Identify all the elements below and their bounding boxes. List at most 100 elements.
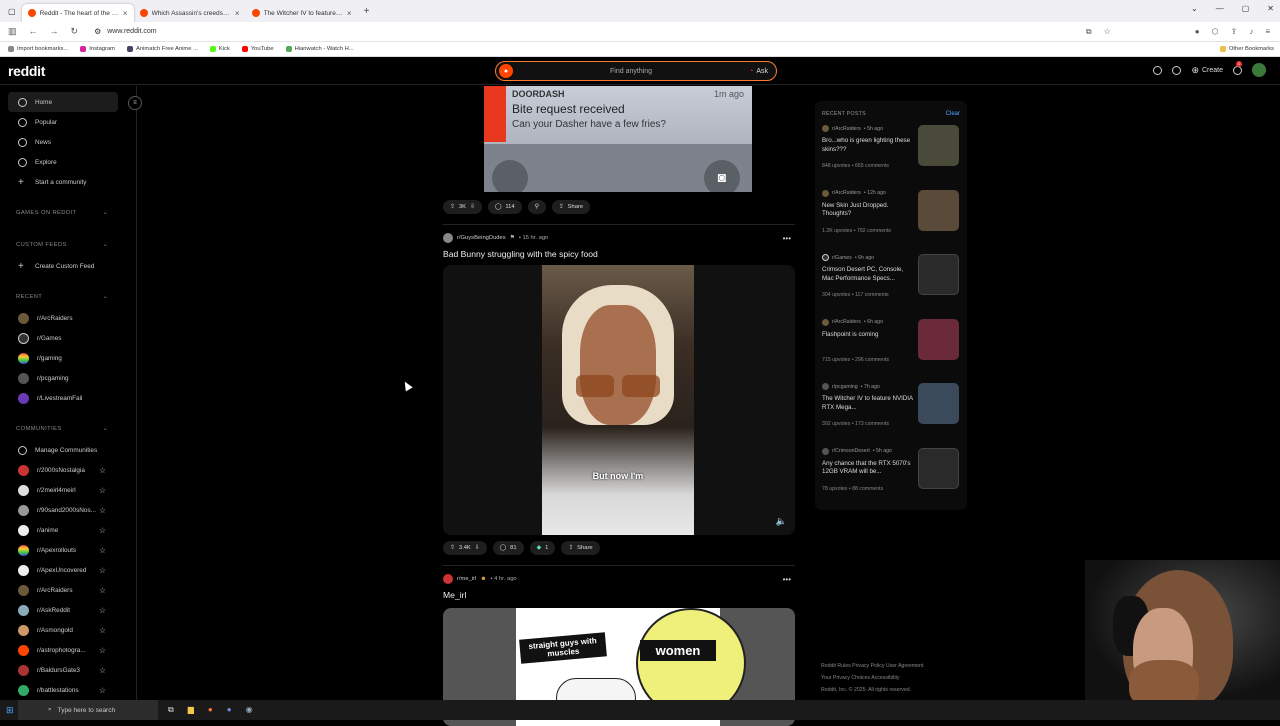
- sidebar-community-item[interactable]: r/2meirl4meirl ☆: [0, 480, 136, 500]
- bookmark-star-icon[interactable]: ☆: [1104, 27, 1111, 37]
- share-button[interactable]: ⇪ Share: [561, 541, 600, 555]
- minimize-icon[interactable]: —: [1216, 4, 1224, 13]
- star-icon[interactable]: ☆: [99, 546, 106, 555]
- sidebar-item-home[interactable]: Home: [8, 92, 118, 112]
- bookmark-item[interactable]: Hianwatch - Watch H...: [285, 46, 354, 52]
- search-input[interactable]: Find anything: [513, 68, 749, 75]
- sidebar-community-item[interactable]: r/ArcRaiders ☆: [0, 580, 136, 600]
- vote-control[interactable]: ⇧ 3K ⇩: [443, 200, 482, 214]
- browser-tab[interactable]: The Witcher IV to feature NVIDIA ×: [246, 4, 358, 22]
- sidebar-toggle-icon[interactable]: ▢: [8, 7, 16, 16]
- recent-post-item[interactable]: r/Games • 6h ago Crimson Desert PC, Conso…: [815, 250, 967, 315]
- sidebar-community-item[interactable]: r/Apexrollouts ☆: [0, 540, 136, 560]
- site-info-icon[interactable]: ⚙: [94, 27, 101, 36]
- close-tab-icon[interactable]: ×: [123, 9, 128, 18]
- collapse-sidebar-button[interactable]: ≡: [128, 96, 142, 110]
- other-bookmarks[interactable]: Other Bookmarks: [1219, 46, 1274, 52]
- star-icon[interactable]: ☆: [99, 506, 106, 515]
- post-title[interactable]: Me_irl: [443, 590, 795, 600]
- star-icon[interactable]: ☆: [99, 566, 106, 575]
- new-tab-icon[interactable]: +: [364, 6, 370, 17]
- forward-icon[interactable]: →: [50, 26, 59, 37]
- discord-icon[interactable]: ●: [227, 705, 232, 715]
- recent-post-item[interactable]: r/pcgaming • 7h ago The Witcher IV to fea…: [815, 379, 967, 444]
- games-section-header[interactable]: GAMES ON REDDIT ⌄: [0, 192, 136, 224]
- browser-tab[interactable]: Which Assassin's creeds are wort ×: [134, 4, 246, 22]
- taskbar-search[interactable]: ⌕ Type here to search: [18, 700, 158, 720]
- ask-button[interactable]: ◔ Ask: [749, 68, 768, 75]
- upvote-icon[interactable]: ⇧: [450, 545, 455, 551]
- share-button[interactable]: ⇪ Share: [551, 200, 591, 214]
- bookmark-item[interactable]: Animatch Free Anime ...: [127, 46, 198, 52]
- comments-button[interactable]: ◯ 114: [487, 200, 522, 214]
- sidebar-community-item[interactable]: r/astrophotogra... ☆: [0, 640, 136, 660]
- advertise-icon[interactable]: [1153, 65, 1163, 75]
- sidebar-community-item[interactable]: r/ApexUncovered ☆: [0, 560, 136, 580]
- sidebar-community-item[interactable]: r/2000sNostalgia ☆: [0, 460, 136, 480]
- award-button[interactable]: ⚲: [527, 200, 546, 214]
- sidebar-item-explore[interactable]: Explore: [0, 152, 136, 172]
- volume-icon[interactable]: 🔈: [776, 516, 787, 527]
- sidebar-recent-item[interactable]: r/ArcRaiders: [0, 308, 136, 328]
- extensions-icon[interactable]: ⬡: [1212, 27, 1219, 37]
- sidebar-recent-item[interactable]: r/Games: [0, 328, 136, 348]
- subreddit-link[interactable]: r/GuysBeingDudes: [457, 235, 506, 241]
- chat-icon[interactable]: [1172, 65, 1182, 75]
- manage-communities-button[interactable]: Manage Communities: [0, 440, 136, 460]
- audio-icon[interactable]: ♪: [1249, 27, 1253, 37]
- recent-post-item[interactable]: r/ArcRaiders • 6h ago Flashpoint is comin…: [815, 315, 967, 380]
- recent-post-item[interactable]: r/ArcRaiders • 12h ago New Skin Just Drop…: [815, 186, 967, 251]
- star-icon[interactable]: ☆: [99, 486, 106, 495]
- star-icon[interactable]: ☆: [99, 526, 106, 535]
- sidebar-item-news[interactable]: News: [0, 132, 136, 152]
- close-tab-icon[interactable]: ×: [347, 9, 352, 18]
- sidebar-community-item[interactable]: r/battlestations ☆: [0, 680, 136, 700]
- sidebar-item-popular[interactable]: Popular: [0, 112, 136, 132]
- sidebar-community-item[interactable]: r/90sand2000sNos... ☆: [0, 500, 136, 520]
- star-icon[interactable]: ☆: [99, 466, 106, 475]
- sidebar-recent-item[interactable]: r/LivestreamFail: [0, 388, 136, 408]
- sidebar-community-item[interactable]: r/AskReddit ☆: [0, 600, 136, 620]
- bookmark-item[interactable]: YouTube: [241, 46, 274, 52]
- steam-icon[interactable]: ◉: [246, 705, 253, 715]
- url-field[interactable]: ⚙ www.reddit.com: [94, 27, 157, 36]
- create-custom-feed-button[interactable]: + Create Custom Feed: [0, 256, 136, 276]
- translate-icon[interactable]: ⧉: [1086, 27, 1092, 37]
- task-view-icon[interactable]: ⧉: [168, 705, 174, 715]
- sidebar-community-item[interactable]: r/BaldursGate3 ☆: [0, 660, 136, 680]
- post-video[interactable]: But now I'm 🔈: [443, 265, 795, 535]
- upvote-icon[interactable]: ⇧: [450, 204, 455, 210]
- post-title[interactable]: Bad Bunny struggling with the spicy food: [443, 249, 795, 259]
- share-icon[interactable]: ⇪: [1231, 27, 1238, 37]
- sidebar-recent-item[interactable]: r/pcgaming: [0, 368, 136, 388]
- star-icon[interactable]: ☆: [99, 646, 106, 655]
- bookmark-item[interactable]: Kick: [209, 46, 230, 52]
- footer-links[interactable]: Reddit Rules Privacy Policy User Agreeme…: [821, 660, 981, 672]
- browser-tab[interactable]: Reddit - The heart of the internet ×: [21, 4, 134, 22]
- communities-section-header[interactable]: COMMUNITIES ⌄: [0, 408, 136, 440]
- star-icon[interactable]: ☆: [99, 606, 106, 615]
- close-tab-icon[interactable]: ×: [235, 9, 240, 18]
- subreddit-link[interactable]: r/me_irl: [457, 576, 476, 582]
- file-explorer-icon[interactable]: ▆: [188, 705, 194, 715]
- footer-links[interactable]: Your Privacy Choices Accessibility: [821, 672, 981, 684]
- menu-icon[interactable]: ≡: [1265, 27, 1270, 37]
- more-options-icon[interactable]: •••: [783, 575, 791, 584]
- sidebar-icon[interactable]: ▥: [8, 26, 17, 37]
- comments-button[interactable]: ◯ 81: [492, 541, 524, 555]
- reddit-logo[interactable]: reddit: [8, 63, 45, 79]
- windows-start-icon[interactable]: ⊞: [6, 705, 14, 716]
- clear-recent-button[interactable]: Clear: [946, 111, 960, 117]
- create-button[interactable]: ⊕ Create: [1191, 65, 1223, 76]
- recent-post-item[interactable]: r/ArcRaiders • 5h ago Bro...who is green …: [815, 121, 967, 186]
- more-options-icon[interactable]: •••: [783, 234, 791, 243]
- post-image[interactable]: DOORDASH 1m ago Bite request received Ca…: [443, 86, 795, 192]
- custom-feeds-section-header[interactable]: CUSTOM FEEDS ⌄: [0, 224, 136, 256]
- sidebar-community-item[interactable]: r/Asmongold ☆: [0, 620, 136, 640]
- firefox-icon[interactable]: ●: [208, 705, 213, 715]
- bookmark-item[interactable]: Instagram: [80, 46, 115, 52]
- close-window-icon[interactable]: ✕: [1267, 4, 1274, 13]
- star-icon[interactable]: ☆: [99, 626, 106, 635]
- star-icon[interactable]: ☆: [99, 686, 106, 695]
- sidebar-item-start-community[interactable]: + Start a community: [0, 172, 136, 192]
